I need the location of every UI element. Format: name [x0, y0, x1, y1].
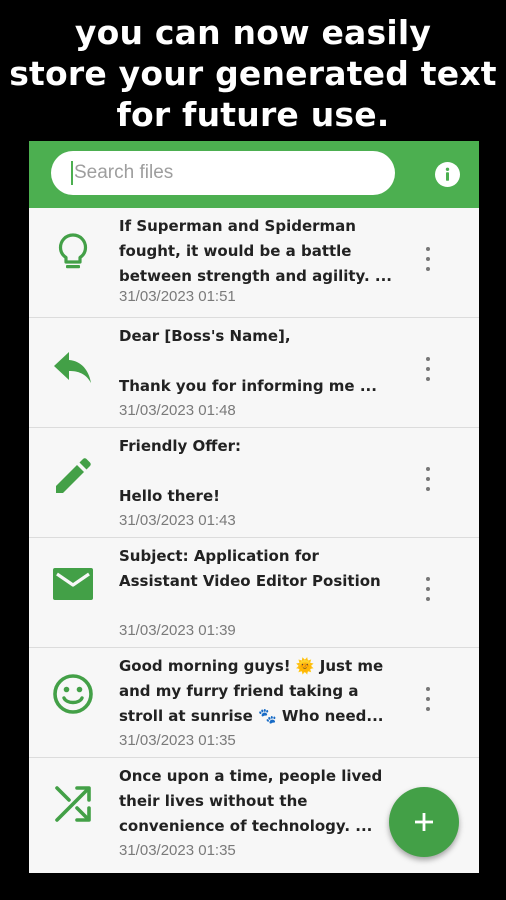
more-options-icon[interactable]	[422, 247, 434, 271]
file-date: 31/03/2023 01:39	[119, 622, 236, 639]
list-item[interactable]: Subject: Application for Assistant Video …	[29, 538, 479, 648]
pencil-icon	[56, 458, 91, 493]
more-options-icon[interactable]	[422, 467, 434, 491]
file-preview: Once upon a time, people lived their live…	[119, 767, 383, 835]
add-file-button[interactable]	[389, 787, 459, 857]
file-date: 31/03/2023 01:43	[119, 512, 236, 529]
file-date: 31/03/2023 01:35	[119, 842, 236, 859]
more-options-icon[interactable]	[422, 687, 434, 711]
file-preview: Subject: Application for Assistant Video …	[119, 547, 381, 590]
search-input[interactable]: Search files	[51, 151, 395, 195]
list-item[interactable]: Dear [Boss's Name], Thank you for informi…	[29, 318, 479, 428]
file-date: 31/03/2023 01:51	[119, 288, 236, 305]
banner-line-1: you can now easily	[74, 13, 432, 52]
file-date: 31/03/2023 01:48	[119, 402, 236, 419]
more-options-icon[interactable]	[422, 577, 434, 601]
smiley-icon	[53, 674, 93, 714]
banner-line-2: store your generated text	[9, 54, 497, 93]
banner-line-3: for future use.	[116, 95, 390, 134]
list-item[interactable]: If Superman and Spiderman fought, it woul…	[29, 208, 479, 318]
app-screen: Search files If Superman and Spiderman fo…	[29, 141, 479, 873]
file-date: 31/03/2023 01:35	[119, 732, 236, 749]
lightbulb-icon	[58, 233, 88, 269]
text-cursor	[71, 161, 73, 185]
info-icon[interactable]	[435, 162, 460, 187]
file-preview: If Superman and Spiderman fought, it woul…	[119, 217, 392, 285]
reply-icon	[54, 352, 91, 383]
more-options-icon[interactable]	[422, 357, 434, 381]
file-preview: Friendly Offer: Hello there!	[119, 437, 242, 505]
list-item[interactable]: Good morning guys! 🌞 Just me and my furry…	[29, 648, 479, 758]
list-item[interactable]: Friendly Offer: Hello there! 31/03/2023 0…	[29, 428, 479, 538]
email-icon	[53, 568, 93, 600]
shuffle-icon	[55, 786, 91, 822]
promo-banner: you can now easily store your generated …	[0, 0, 506, 140]
file-preview: Good morning guys! 🌞 Just me and my furry…	[119, 657, 384, 725]
app-bar: Search files	[29, 141, 479, 208]
file-preview: Dear [Boss's Name], Thank you for informi…	[119, 327, 377, 395]
plus-icon	[415, 813, 433, 831]
file-list: If Superman and Spiderman fought, it woul…	[29, 208, 479, 868]
search-placeholder: Search files	[74, 162, 174, 183]
